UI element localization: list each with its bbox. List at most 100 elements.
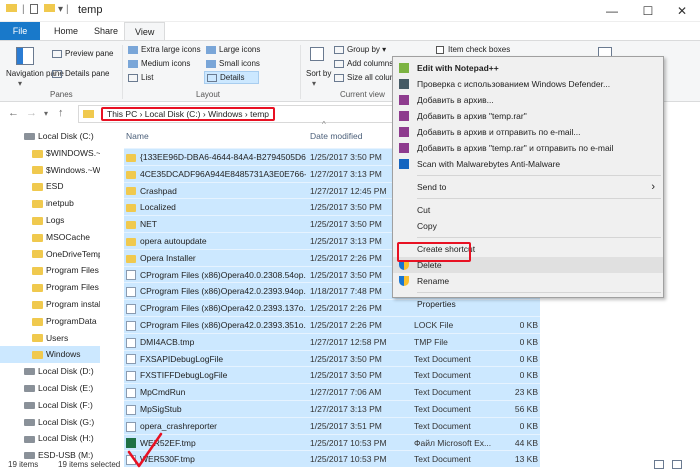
file-name-text: FXSAPIDebugLogFile xyxy=(140,353,224,364)
nav-item[interactable]: Program instal xyxy=(0,296,100,313)
nav-item[interactable]: Logs xyxy=(0,212,100,229)
group-by-button[interactable]: Group by ▾ xyxy=(334,45,386,54)
menu-item-label: Send to xyxy=(417,182,447,192)
nav-item[interactable]: $WINDOWS.~B xyxy=(0,145,100,162)
back-arrow-icon[interactable]: ← xyxy=(8,107,19,119)
nav-item[interactable]: Local Disk (E:) xyxy=(0,380,100,397)
layout-medium-icons[interactable]: Medium icons xyxy=(128,59,190,68)
close-button[interactable]: ✕ xyxy=(664,0,700,22)
nav-item[interactable]: Local Disk (F:) xyxy=(0,397,100,414)
menu-item-cut[interactable]: Cut xyxy=(393,202,663,218)
nav-item[interactable]: Users xyxy=(0,330,100,347)
breadcrumb[interactable]: This PC › Local Disk (C:) › Windows › te… xyxy=(101,107,275,121)
layout-large-icons[interactable]: Large icons xyxy=(206,45,260,54)
file-name-text: CProgram Files (x86)Opera42.0.2393.137o.… xyxy=(140,303,306,314)
menu-item-edit-with-notepad[interactable]: Edit with Notepad++ xyxy=(393,60,663,76)
up-arrow-icon[interactable]: ↑ xyxy=(58,107,64,119)
file-icon xyxy=(126,287,136,298)
column-header-date[interactable]: Date modified xyxy=(310,131,362,141)
nav-item[interactable]: $Windows.~W xyxy=(0,162,100,179)
details-pane-button[interactable]: Details pane xyxy=(52,69,109,78)
nav-item-label: Local Disk (H:) xyxy=(38,433,94,444)
folder-icon xyxy=(83,110,94,118)
large-icons-view-icon[interactable] xyxy=(672,460,682,469)
file-row[interactable]: MpCmdRun 1/27/2017 7:06 AM Text Document 23… xyxy=(124,383,540,400)
layout-list[interactable]: List xyxy=(128,73,153,82)
sort-by-icon[interactable] xyxy=(306,45,328,67)
file-size: 0 KB xyxy=(519,320,538,330)
file-row[interactable]: MpSigStub 1/27/2017 3:13 PM Text Document 5… xyxy=(124,400,540,417)
menu-item-properties[interactable]: Properties xyxy=(393,296,663,312)
forward-arrow-icon[interactable]: → xyxy=(26,107,37,119)
layout-extra-large-icons[interactable]: Extra large icons xyxy=(128,45,201,54)
file-type: Text Document xyxy=(414,387,471,398)
file-name: opera autoupdate xyxy=(126,233,306,250)
recent-locations-icon[interactable]: ▾ xyxy=(44,109,48,118)
layout-small-icons[interactable]: Small icons xyxy=(206,59,260,68)
file-row[interactable]: WER52EF.tmp 1/25/2017 10:53 PM Файл Micros… xyxy=(124,433,540,451)
file-name-text: Crashpad xyxy=(140,185,177,196)
menu-item-temp-rar[interactable]: Добавить в архив "temp.rar" xyxy=(393,108,663,124)
file-type: Text Document xyxy=(414,420,471,431)
menu-item-send-to[interactable]: Send to › xyxy=(393,179,663,195)
status-bar: 19 items 19 items selected xyxy=(0,459,700,471)
menu-item-copy[interactable]: Copy xyxy=(393,218,663,234)
nav-item[interactable]: Program Files ( xyxy=(0,279,100,296)
tab-home[interactable]: Home xyxy=(44,22,88,40)
drive-icon xyxy=(24,435,35,443)
sort-by-button[interactable]: Sort by xyxy=(306,69,331,78)
file-icon xyxy=(126,354,136,365)
file-type: Text Document xyxy=(414,370,471,381)
file-row[interactable]: DMI4ACB.tmp 1/27/2017 12:58 PM TMP File 0 K… xyxy=(124,332,540,350)
nav-item[interactable]: ProgramData xyxy=(0,313,100,330)
maximize-button[interactable]: ☐ xyxy=(630,0,666,22)
item-check-boxes-checkbox[interactable]: Item check boxes xyxy=(436,45,510,54)
menu-item-temp-rar-e-mail[interactable]: Добавить в архив "temp.rar" и отправить … xyxy=(393,140,663,156)
file-row[interactable]: CProgram Files (x86)Opera42.0.2393.351o.… xyxy=(124,316,540,333)
nav-item[interactable]: Local Disk (C:) xyxy=(0,128,100,145)
nav-item[interactable]: inetpub xyxy=(0,195,100,212)
nav-item[interactable]: Program Files xyxy=(0,262,100,279)
file-row[interactable]: opera_crashreporter 1/25/2017 3:51 PM Text… xyxy=(124,416,540,434)
chevron-up-icon: ^ xyxy=(322,120,326,129)
nav-item-label: $WINDOWS.~B xyxy=(46,147,100,158)
menu-item-label: Copy xyxy=(417,221,437,231)
nav-item[interactable]: MSOCache xyxy=(0,229,100,246)
nav-item[interactable]: Local Disk (H:) xyxy=(0,430,100,447)
tab-view[interactable]: View xyxy=(124,22,166,40)
menu-item-label: Properties xyxy=(417,299,456,309)
preview-pane-button[interactable]: Preview pane xyxy=(52,49,113,58)
file-row[interactable]: FXSTIFFDebugLogFile 1/25/2017 3:50 PM Text… xyxy=(124,366,540,384)
column-header-name[interactable]: Name xyxy=(126,131,149,141)
details-view-icon[interactable] xyxy=(654,460,664,469)
nav-item[interactable]: Local Disk (G:) xyxy=(0,414,100,431)
nav-item-label: Logs xyxy=(46,215,65,225)
divider xyxy=(122,45,123,99)
nav-item[interactable]: ESD xyxy=(0,178,100,195)
file-name: Opera Installer xyxy=(126,250,306,267)
nav-item[interactable]: Local Disk (D:) xyxy=(0,363,100,380)
new-folder-icon[interactable] xyxy=(44,4,55,15)
properties-icon[interactable] xyxy=(30,4,38,17)
file-row[interactable]: FXSAPIDebugLogFile 1/25/2017 3:50 PM Text … xyxy=(124,349,540,367)
address-bar[interactable]: This PC › Local Disk (C:) › Windows › te… xyxy=(78,105,398,123)
tab-file[interactable]: File xyxy=(0,22,40,40)
minimize-button[interactable]: — xyxy=(594,0,630,22)
nav-item[interactable]: OneDriveTemp xyxy=(0,246,100,263)
menu-item[interactable]: Добавить в архив... xyxy=(393,92,663,108)
folder-icon xyxy=(32,351,43,360)
separator: | xyxy=(66,4,69,15)
menu-item-windows-defender[interactable]: Проверка с использованием Windows Defend… xyxy=(393,76,663,92)
menu-item-e-mail[interactable]: Добавить в архив и отправить по e-mail..… xyxy=(393,124,663,140)
add-columns-button[interactable]: Add columns xyxy=(334,59,393,68)
folder-icon xyxy=(32,149,43,158)
menu-item-rename[interactable]: Rename xyxy=(393,273,663,289)
nav-item[interactable]: Windows xyxy=(0,346,100,364)
chevron-right-icon: › xyxy=(651,181,655,193)
folder-icon[interactable] xyxy=(6,4,17,15)
quick-access-dropdown-icon[interactable]: ▾ xyxy=(58,4,63,15)
menu-item-scan-with-malwarebytes-anti-malware[interactable]: Scan with Malwarebytes Anti-Malware xyxy=(393,156,663,172)
navigation-pane-icon[interactable] xyxy=(10,45,40,69)
tab-share[interactable]: Share xyxy=(84,22,128,40)
layout-details[interactable]: Details xyxy=(204,71,260,84)
